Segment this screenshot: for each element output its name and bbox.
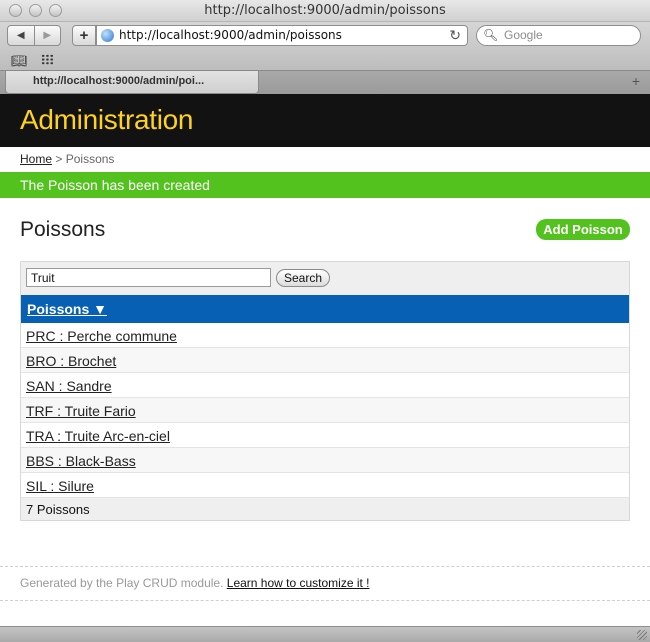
back-icon[interactable]: ◀ (8, 26, 34, 45)
page-title: Poissons (20, 218, 106, 241)
window-title: http://localhost:9000/admin/poissons (204, 3, 446, 18)
poisson-link[interactable]: PRC : Perche commune (26, 328, 177, 344)
flash-success-message: The Poisson has been created (0, 172, 650, 198)
tab-title: http://localhost:9000/admin/poi... (33, 75, 205, 87)
table-row: BBS : Black-Bass (21, 448, 629, 473)
globe-icon (101, 29, 114, 42)
search-icon: 🔍︎ (483, 28, 499, 42)
poisson-link[interactable]: BBS : Black-Bass (26, 453, 136, 469)
record-count: 7 Poissons (26, 502, 90, 517)
add-bookmark-icon[interactable]: + (72, 25, 96, 46)
status-bar (0, 626, 650, 642)
footer: Generated by the Play CRUD module. Learn… (20, 576, 370, 590)
resize-grip-icon[interactable] (637, 630, 647, 640)
table-row: SAN : Sandre (21, 373, 629, 398)
table-row: TRF : Truite Fario (21, 398, 629, 423)
url-text[interactable]: http://localhost:9000/admin/poissons (119, 28, 342, 42)
forward-icon[interactable]: ▶ (33, 26, 61, 45)
table-row: PRC : Perche commune (21, 323, 629, 348)
table-header: Poissons ▼ (21, 295, 629, 323)
browser-tab[interactable]: http://localhost:9000/admin/poi... (5, 71, 259, 94)
new-tab-icon[interactable]: + (632, 73, 640, 89)
breadcrumb-current: Poissons (65, 152, 115, 166)
breadcrumb-separator: > (55, 152, 63, 166)
poisson-link[interactable]: SIL : Silure (26, 478, 94, 494)
search-input[interactable] (26, 268, 271, 287)
tab-bar: http://localhost:9000/admin/poi... + (0, 70, 650, 94)
top-sites-grid-icon[interactable] (41, 54, 54, 65)
poisson-link[interactable]: BRO : Brochet (26, 353, 116, 369)
poisson-link[interactable]: TRA : Truite Arc-en-ciel (26, 428, 170, 444)
search-placeholder: Google (504, 28, 543, 42)
table-row: SIL : Silure (21, 473, 629, 498)
poisson-link[interactable]: SAN : Sandre (26, 378, 112, 394)
window-titlebar: http://localhost:9000/admin/poissons (0, 0, 650, 22)
table-row: TRA : Truite Arc-en-ciel (21, 423, 629, 448)
address-bar[interactable]: http://localhost:9000/admin/poissons ↻ (96, 25, 468, 46)
search-button[interactable]: Search (276, 269, 330, 287)
browser-toolbar: ◀ ▶ + http://localhost:9000/admin/poisso… (0, 22, 650, 70)
crud-list-box: Search Poissons ▼ PRC : Perche commune B… (20, 261, 630, 521)
page-header: Administration (0, 94, 650, 147)
breadcrumb: Home > Poissons (20, 152, 114, 166)
poisson-link[interactable]: TRF : Truite Fario (26, 403, 136, 419)
footer-text: Generated by the Play CRUD module. (20, 576, 224, 590)
nav-buttons: ◀ ▶ (7, 25, 61, 46)
footer-divider (0, 566, 650, 567)
reload-icon[interactable]: ↻ (449, 27, 461, 44)
add-poisson-button[interactable]: Add Poisson (536, 219, 630, 240)
app-title: Administration (20, 104, 194, 135)
poissons-list: PRC : Perche commune BRO : Brochet SAN :… (21, 323, 629, 498)
sort-poissons-link[interactable]: Poissons ▼ (27, 301, 107, 317)
breadcrumb-home-link[interactable]: Home (20, 152, 52, 166)
customize-link[interactable]: Learn how to customize it ! (227, 576, 370, 590)
bookmarks-book-icon[interactable]: 📖︎ (11, 53, 28, 69)
table-row: BRO : Brochet (21, 348, 629, 373)
footer-divider (0, 600, 650, 601)
browser-search-field[interactable]: 🔍︎ Google (476, 25, 641, 46)
